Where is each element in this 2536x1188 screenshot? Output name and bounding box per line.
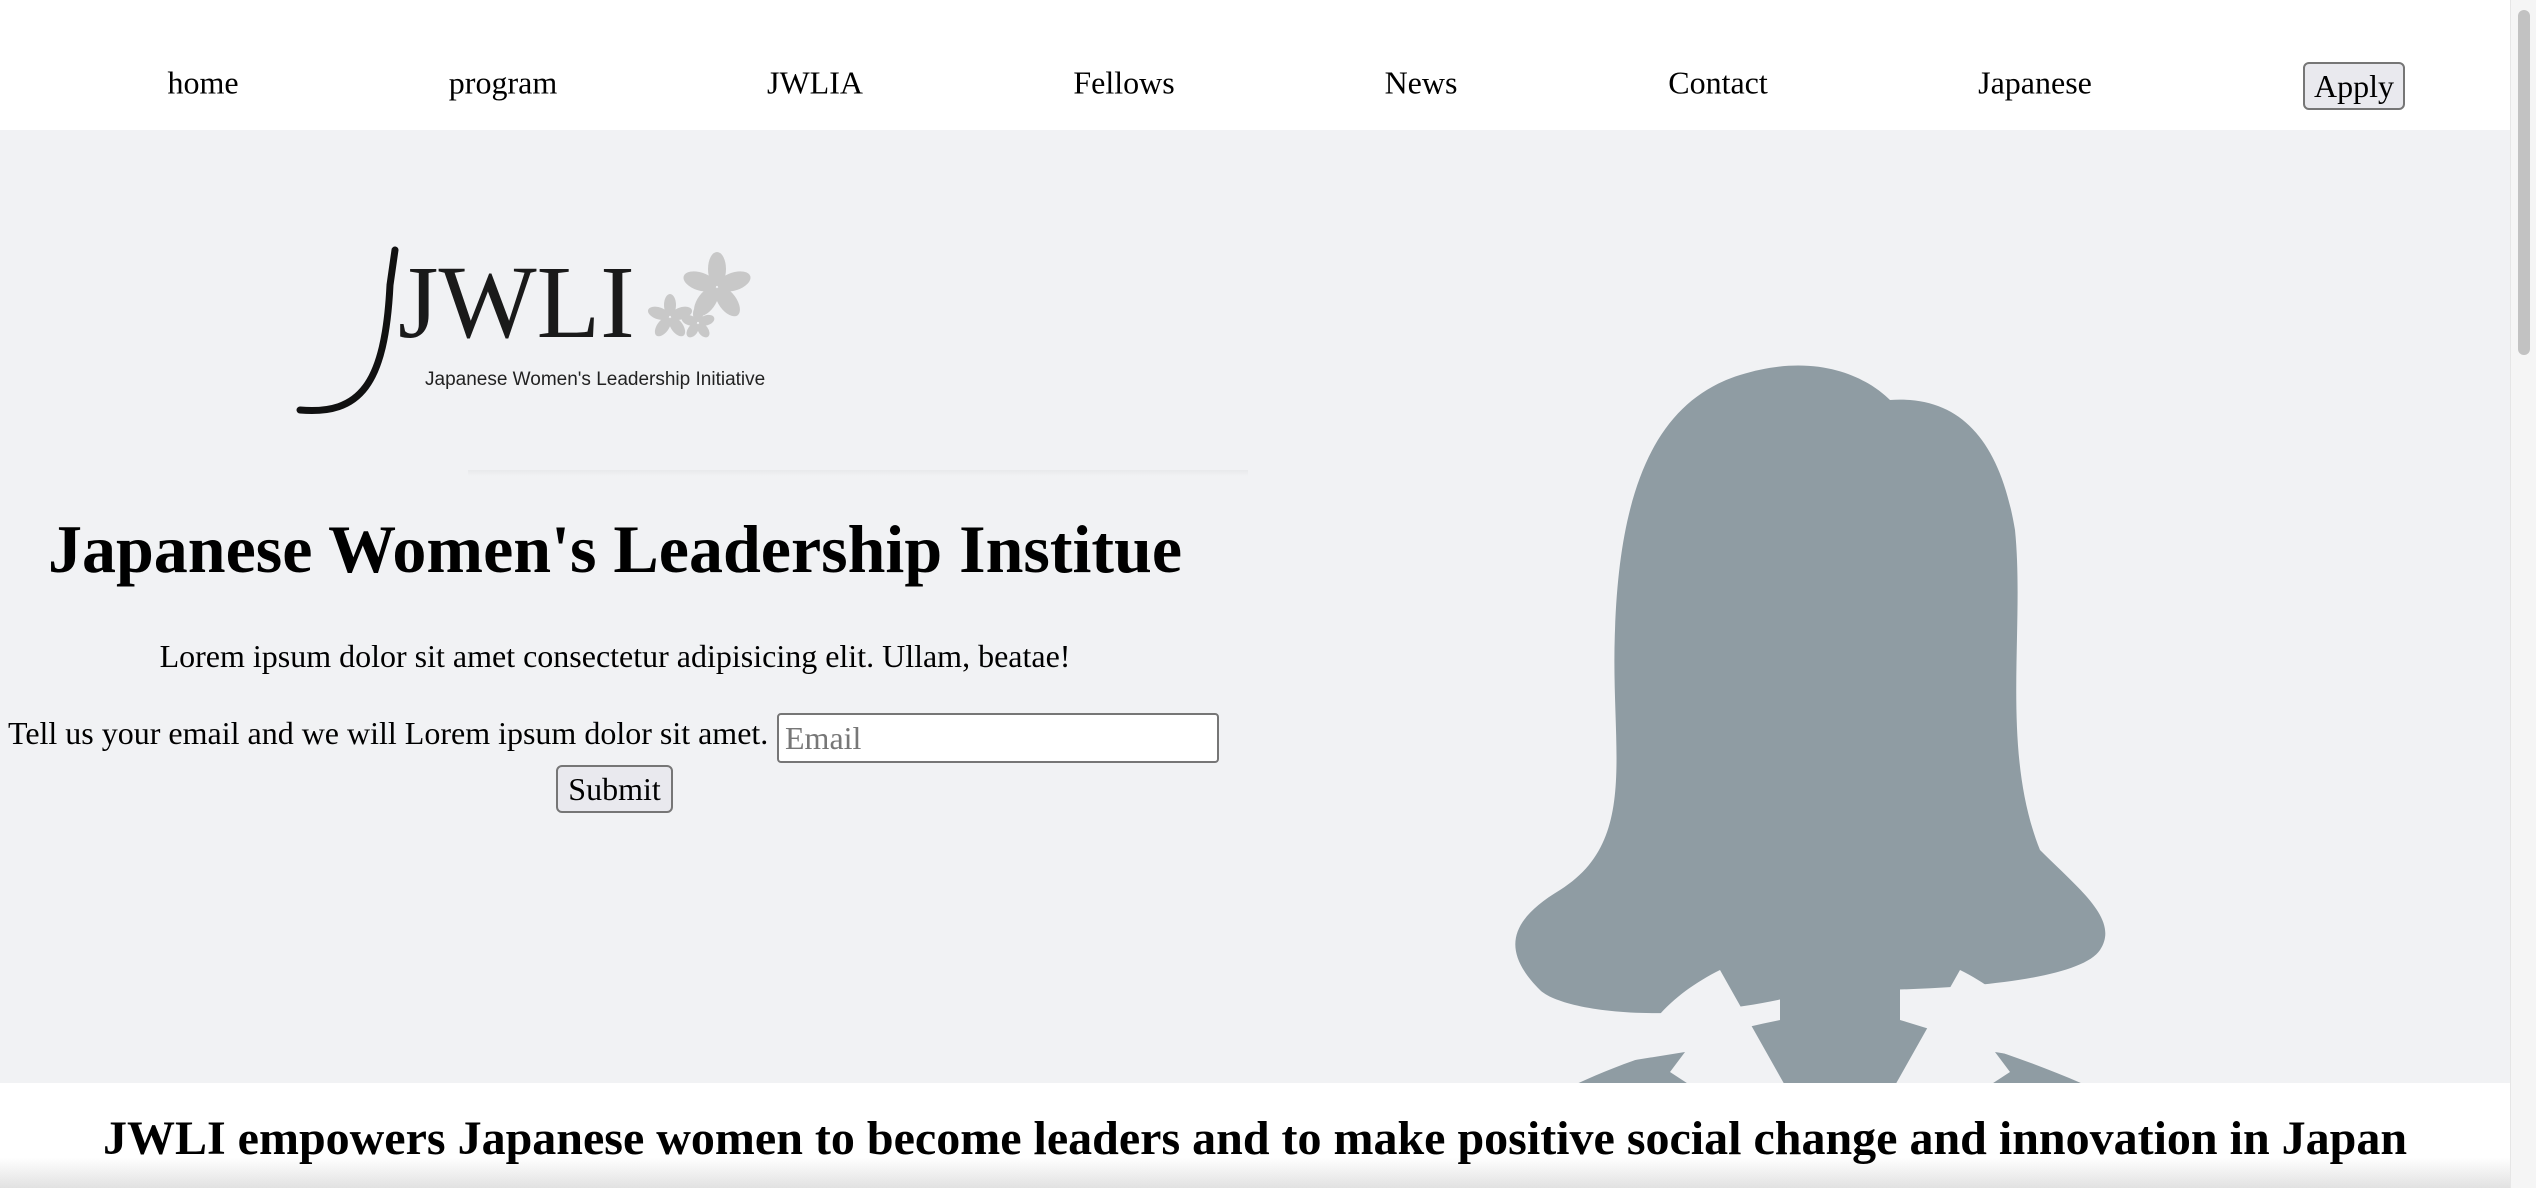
hero-subtitle: Lorem ipsum dolor sit amet consectetur a… <box>159 638 1071 674</box>
submit-button[interactable]: Submit <box>556 765 673 813</box>
apply-button[interactable]: Apply <box>2303 62 2405 110</box>
nav-link-japanese[interactable]: Japanese <box>1978 65 2092 102</box>
page-scrollbar[interactable] <box>2510 0 2536 1188</box>
jwli-logo: JWLI Japanese Women's Leadership Initiat… <box>296 245 765 415</box>
logo-divider <box>468 470 1248 476</box>
top-navigation: home program JWLIA Fellows News Contact … <box>0 0 2510 130</box>
mission-section: JWLI empowers Japanese women to become l… <box>0 1083 2510 1188</box>
hero-section: JWLI Japanese Women's Leadership Initiat… <box>0 130 2510 1083</box>
logo-wordmark: JWLI <box>398 245 635 360</box>
mission-statement: JWLI empowers Japanese women to become l… <box>102 1112 2408 1165</box>
nav-link-home[interactable]: home <box>167 65 238 102</box>
email-prompt-text: Tell us your email and we will Lorem ips… <box>8 715 769 751</box>
nav-link-program[interactable]: program <box>449 65 557 102</box>
nav-link-jwlia[interactable]: JWLIA <box>767 65 863 102</box>
email-input[interactable] <box>777 713 1219 763</box>
woman-silhouette-icon <box>1515 365 2106 1083</box>
nav-link-contact[interactable]: Contact <box>1668 65 1768 102</box>
logo-subtitle: Japanese Women's Leadership Initiative <box>425 369 765 390</box>
scrollbar-thumb[interactable] <box>2518 10 2530 355</box>
cherry-blossom-icon <box>647 252 751 338</box>
nav-link-news[interactable]: News <box>1385 65 1458 102</box>
hero-title: Japanese Women's Leadership Institue <box>47 511 1183 587</box>
nav-link-fellows[interactable]: Fellows <box>1073 65 1174 102</box>
